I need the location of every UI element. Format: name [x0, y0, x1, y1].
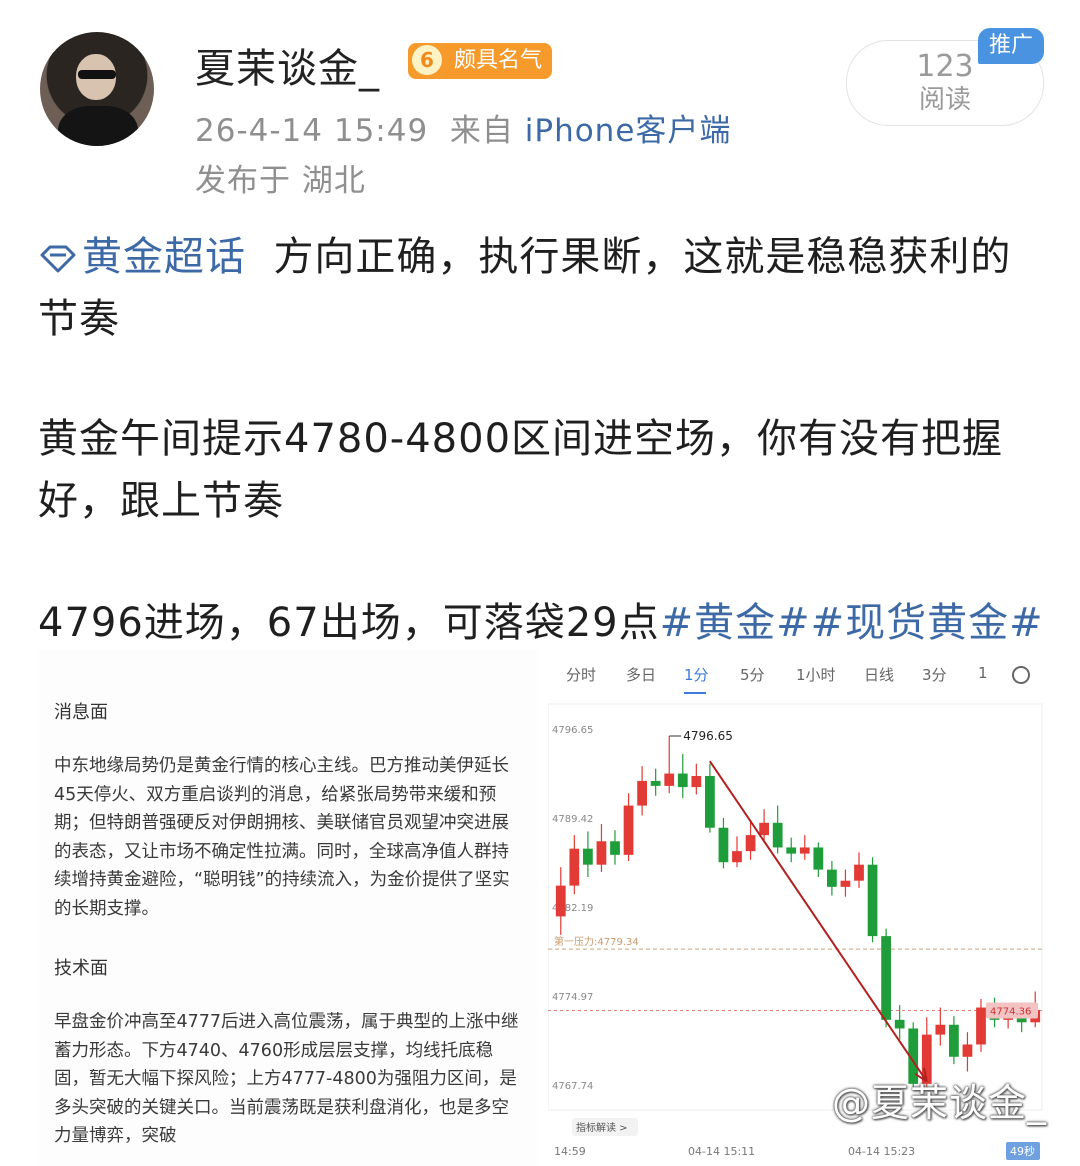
analysis-text-panel: 消息面 中东地缘局势仍是黄金行情的核心主线。巴方推动美伊延长45天停火、双方重启…	[38, 650, 538, 1166]
post-paragraph-3: 4796进场，67出场，可落袋29点#黄金##现货黄金#	[38, 592, 1048, 654]
topic-label: 黄金超话	[82, 234, 246, 280]
medal-icon: 6	[412, 45, 442, 75]
candle-body	[935, 1024, 946, 1035]
down-arrow-line	[709, 760, 928, 1082]
post-paragraph-2: 黄金午间提示4780-4800区间进空场，你有没有把握好，跟上节奏	[38, 408, 1048, 532]
candle-body	[854, 864, 864, 881]
watermark: @夏茉谈金_	[832, 1081, 1048, 1125]
news-section-body: 中东地缘局势仍是黄金行情的核心主线。巴方推动美伊延长45天停火、双方重启谈判的消…	[54, 756, 510, 919]
hashtag-gold[interactable]: #黄金#	[660, 600, 811, 646]
tab-more[interactable]: 1	[978, 664, 988, 682]
tab-intraday[interactable]: 分时	[566, 664, 596, 685]
candle-body	[813, 847, 824, 870]
source-prefix: 来自	[449, 113, 514, 149]
y-tick-label: 4796.65	[552, 725, 593, 736]
post-timestamp: 26-4-14 15:49	[195, 113, 429, 149]
x-tick-label: 04-14 15:23	[848, 1145, 915, 1158]
candle-body	[650, 780, 661, 786]
candle-body	[664, 773, 675, 786]
news-section-title: 消息面	[54, 702, 108, 723]
tab-1min[interactable]: 1分	[684, 664, 709, 685]
candle-body	[759, 822, 769, 836]
candle-body	[976, 1007, 986, 1045]
chart-timeframe-tabs: 分时 多日 1分 5分 1小时 日线 3分 1	[548, 664, 1048, 694]
avatar[interactable]	[40, 32, 154, 146]
price-tag: 4774.36	[990, 1006, 1031, 1017]
tab-multi-day[interactable]: 多日	[626, 664, 656, 685]
candle-body	[894, 1019, 905, 1029]
high-label: 4796.65	[683, 729, 733, 743]
y-tick-label: 4767.74	[552, 1081, 593, 1092]
candle-body	[623, 805, 634, 855]
tab-5min[interactable]: 5分	[740, 664, 765, 685]
post-paragraph-1: 黄金超话 方向正确，执行果断，这就是稳稳获利的节奏	[38, 226, 1048, 350]
post-line-3: 4796进场，67出场，可落袋29点	[38, 600, 660, 646]
candle-body	[867, 864, 878, 937]
badge-text: 颇具名气	[454, 48, 543, 73]
source-client[interactable]: iPhone客户端	[525, 113, 732, 149]
candle-body	[745, 835, 756, 852]
promo-badge[interactable]: 推广	[978, 28, 1044, 64]
candle-body	[962, 1044, 973, 1057]
post-location: 发布于 湖北	[195, 163, 366, 199]
post-meta: 26-4-14 15:49 来自 iPhone客户端	[195, 105, 731, 150]
candle-body	[555, 885, 566, 917]
candle-body	[677, 773, 688, 788]
username[interactable]: 夏茉谈金_	[195, 36, 380, 94]
read-label: 阅读	[918, 85, 971, 115]
candle-body	[799, 847, 810, 854]
tab-daily[interactable]: 日线	[864, 664, 894, 685]
settings-icon[interactable]	[1012, 666, 1030, 684]
timer-tag: 49秒	[1010, 1144, 1035, 1158]
candle-body	[949, 1024, 959, 1057]
diamond-icon	[40, 245, 76, 273]
candle-body	[772, 822, 783, 848]
candle-body	[610, 841, 620, 855]
tab-3min[interactable]: 3分	[922, 664, 947, 685]
hashtag-spot-gold[interactable]: #现货黄金#	[811, 600, 1044, 646]
indicator-tag: 指标解读 >	[576, 1121, 628, 1134]
candle-body	[705, 776, 715, 828]
post-line-2: 黄金午间提示4780-4800区间进空场，你有没有把握好，跟上节奏	[38, 416, 1004, 524]
resistance-label: 第一压力:4779.34	[554, 935, 639, 948]
y-tick-label: 4774.97	[552, 992, 593, 1003]
candle-body	[691, 776, 702, 788]
candle-body	[840, 880, 851, 887]
candle-body	[596, 841, 607, 865]
candle-body	[569, 848, 580, 886]
x-tick-label: 04-14 15:11	[688, 1145, 755, 1158]
technical-section-body: 早盘金价冲高至4777后进入高位震荡，属于典型的上涨中继蓄力形态。下方4740、…	[54, 1012, 519, 1147]
y-tick-label: 4789.42	[552, 814, 593, 825]
x-tick-label: 14:59	[554, 1145, 586, 1158]
candle-body	[637, 780, 647, 806]
candle-body	[732, 851, 742, 863]
fame-badge[interactable]: 6 颇具名气	[408, 43, 553, 79]
tab-1hour[interactable]: 1小时	[796, 664, 836, 685]
candle-body	[718, 827, 729, 863]
topic-link[interactable]: 黄金超话	[38, 234, 246, 280]
candle-body	[786, 847, 797, 854]
candle-body	[881, 936, 891, 1020]
candle-body	[583, 848, 593, 865]
active-tab-indicator	[684, 692, 706, 694]
technical-section-title: 技术面	[54, 958, 108, 979]
candle-body	[827, 869, 837, 887]
